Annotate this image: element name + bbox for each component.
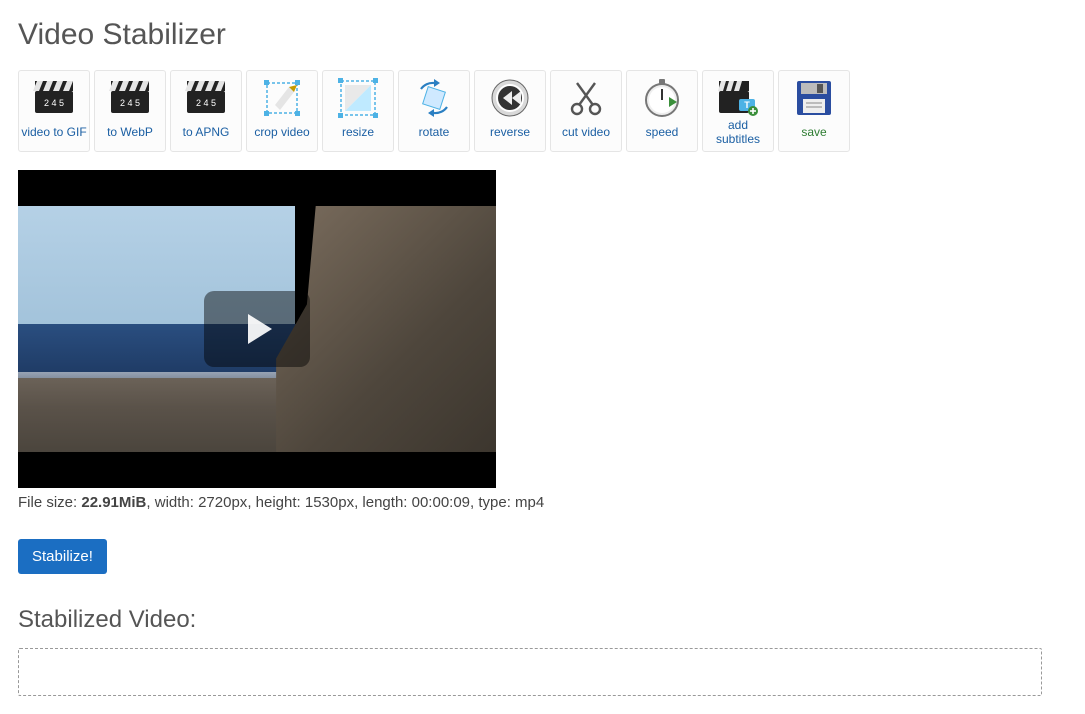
file-type-label: , type: [470, 494, 515, 511]
tool-label: to APNG [183, 119, 230, 147]
rotate-button[interactable]: rotate [398, 70, 470, 152]
file-width-value: 2720px [198, 494, 247, 511]
add-subtitles-button[interactable]: T add subtitles [702, 70, 774, 152]
scissors-icon [565, 77, 607, 119]
play-button[interactable] [204, 291, 310, 367]
video-preview [18, 170, 496, 488]
resize-button[interactable]: resize [322, 70, 394, 152]
tool-label: rotate [419, 119, 450, 147]
tool-label: video to GIF [21, 119, 86, 147]
file-width-label: , width: [146, 494, 198, 511]
tool-label: crop video [254, 119, 309, 147]
file-type-value: mp4 [515, 494, 544, 511]
reverse-button[interactable]: reverse [474, 70, 546, 152]
tool-label: to WebP [107, 119, 153, 147]
file-height-value: 1530px [305, 494, 354, 511]
svg-text:2 4 5: 2 4 5 [44, 98, 64, 108]
svg-text:2 4 5: 2 4 5 [120, 98, 140, 108]
output-heading: Stabilized Video: [18, 606, 1067, 634]
output-placeholder [18, 648, 1042, 696]
file-length-label: , length: [354, 494, 412, 511]
file-size-label: File size: [18, 494, 81, 511]
floppy-disk-icon [793, 77, 835, 119]
speed-button[interactable]: speed [626, 70, 698, 152]
file-length-value: 00:00:09 [412, 494, 470, 511]
tool-label: add subtitles [705, 119, 771, 147]
clapperboard-icon: 2 4 5 [185, 77, 227, 119]
file-info: File size: 22.91MiB, width: 2720px, heig… [18, 494, 1067, 511]
rotate-icon [413, 77, 455, 119]
to-apng-button[interactable]: 2 4 5 to APNG [170, 70, 242, 152]
crop-video-button[interactable]: crop video [246, 70, 318, 152]
tool-label: save [801, 119, 826, 147]
tool-label: reverse [490, 119, 530, 147]
clapperboard-icon: 2 4 5 [109, 77, 151, 119]
crop-icon [261, 77, 303, 119]
page-title: Video Stabilizer [18, 18, 1067, 52]
to-webp-button[interactable]: 2 4 5 to WebP [94, 70, 166, 152]
stopwatch-icon [641, 77, 683, 119]
video-to-gif-button[interactable]: 2 4 5 video to GIF [18, 70, 90, 152]
toolbar: 2 4 5 video to GIF 2 4 5 to WebP 2 4 5 t… [18, 70, 1067, 152]
cut-video-button[interactable]: cut video [550, 70, 622, 152]
reverse-icon [489, 77, 531, 119]
tool-label: speed [646, 119, 679, 147]
clapperboard-icon: 2 4 5 [33, 77, 75, 119]
svg-text:2 4 5: 2 4 5 [196, 98, 216, 108]
stabilize-button[interactable]: Stabilize! [18, 539, 107, 574]
save-button[interactable]: save [778, 70, 850, 152]
tool-label: resize [342, 119, 374, 147]
add-subtitles-icon: T [717, 77, 759, 119]
resize-icon [337, 77, 379, 119]
file-height-label: , height: [247, 494, 305, 511]
file-size-value: 22.91MiB [81, 494, 146, 511]
tool-label: cut video [562, 119, 610, 147]
